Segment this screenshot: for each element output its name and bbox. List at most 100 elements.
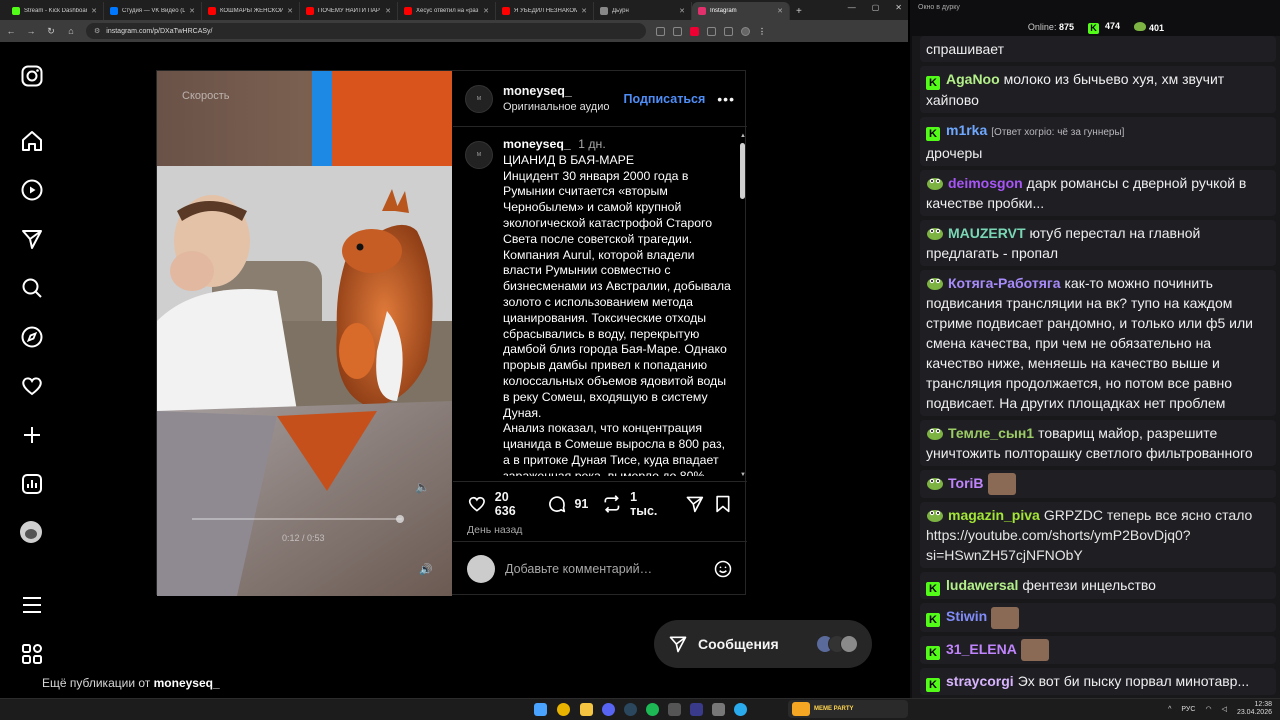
browser-tab[interactable]: ПОЧЕМУ НАЙТИ ПАРТ ✕ <box>300 2 398 20</box>
home-icon[interactable] <box>20 129 44 153</box>
repost-icon[interactable] <box>602 494 622 514</box>
video-speaker-icon[interactable]: 🔈 <box>415 480 430 494</box>
author-avatar[interactable]: M <box>465 84 493 113</box>
reels-icon[interactable] <box>20 178 44 202</box>
search-icon[interactable] <box>20 276 44 300</box>
menu-icon[interactable]: ⋮ <box>758 27 766 36</box>
tab-close-icon[interactable]: ✕ <box>483 7 489 15</box>
tab-close-icon[interactable]: ✕ <box>581 7 587 15</box>
notifications-heart-icon[interactable] <box>20 374 44 398</box>
back-icon[interactable]: ← <box>6 26 16 36</box>
new-tab-button[interactable]: + <box>796 6 802 17</box>
more-posts-user[interactable]: moneyseq_ <box>154 676 220 690</box>
steam-icon[interactable] <box>624 703 637 716</box>
download-icon[interactable] <box>724 26 733 36</box>
speed-label[interactable]: Скорость <box>182 90 230 102</box>
tab-close-icon[interactable]: ✕ <box>777 7 783 15</box>
instagram-logo-icon[interactable] <box>20 64 44 88</box>
tab-favicon-icon <box>12 7 20 15</box>
browser-tab[interactable]: Студия — VK Видео (Live) ✕ <box>104 2 202 20</box>
messages-button[interactable]: Сообщения <box>654 620 872 668</box>
chat-username[interactable]: AgaNoo <box>946 71 1000 87</box>
profile-icon[interactable] <box>741 26 750 36</box>
mute-button[interactable]: 🔊 <box>419 563 439 583</box>
telegram-icon[interactable] <box>734 703 747 716</box>
browser-tab[interactable]: КОШМАРЫ ЖЕНСКОЙ ✕ <box>202 2 300 20</box>
explore-compass-icon[interactable] <box>20 325 44 349</box>
hamburger-menu-icon[interactable] <box>20 593 44 617</box>
app-icon[interactable] <box>712 703 725 716</box>
caption-scrollbar[interactable]: ▲ ▼ <box>739 133 746 478</box>
forward-icon[interactable]: → <box>26 26 36 36</box>
chat-username[interactable]: MAUZERVT <box>948 225 1026 241</box>
tab-close-icon[interactable]: ✕ <box>189 7 195 15</box>
site-info-icon[interactable]: ⚙ <box>94 27 100 35</box>
browser-tab[interactable]: Хесус ответил на «раз ✕ <box>398 2 496 20</box>
chat-message-list[interactable]: спрашивает K AgaNoo молоко из бычьево хуя, … <box>920 36 1276 698</box>
app-icon[interactable] <box>668 703 681 716</box>
wifi-icon[interactable]: ◠ <box>1205 705 1211 713</box>
spotify-icon[interactable] <box>646 703 659 716</box>
chat-username[interactable]: magazin_piva <box>948 507 1040 523</box>
author-name[interactable]: moneyseq_ <box>503 84 624 98</box>
extension-icon[interactable] <box>673 26 682 36</box>
start-icon[interactable] <box>534 703 547 716</box>
chat-message: K 31_ELENA <box>920 635 1276 664</box>
chat-username[interactable]: m1rka <box>946 122 987 138</box>
maximize-icon[interactable]: ▢ <box>872 3 880 12</box>
address-bar[interactable]: ⚙ instagram.com/p/DXaTwHRCASy/ <box>86 23 646 39</box>
audio-label[interactable]: Оригинальное аудио <box>503 101 624 113</box>
follow-button[interactable]: Подписаться <box>624 92 706 106</box>
profile-avatar[interactable] <box>20 521 42 543</box>
tab-label: Instagram <box>710 8 737 14</box>
like-heart-icon[interactable] <box>467 494 487 514</box>
caption-user[interactable]: moneyseq_ <box>503 137 571 151</box>
comment-icon[interactable] <box>547 494 567 514</box>
app-icon[interactable] <box>690 703 703 716</box>
direct-send-icon[interactable] <box>20 227 44 251</box>
chrome-icon[interactable] <box>557 703 570 716</box>
chat-username[interactable]: ToriB <box>948 475 984 491</box>
chat-username[interactable]: Темле_сын1 <box>948 425 1034 441</box>
direct-send-icon <box>669 636 687 653</box>
dashboard-chart-icon[interactable] <box>20 472 44 496</box>
chat-username[interactable]: Stiwin <box>946 608 987 624</box>
chat-username[interactable]: straycorgi <box>946 673 1014 689</box>
also-from-meta-icon[interactable] <box>20 642 44 666</box>
chat-username[interactable]: ludawersal <box>946 577 1018 593</box>
tab-close-icon[interactable]: ✕ <box>287 7 293 15</box>
chat-username[interactable]: deimosgon <box>948 175 1023 191</box>
tab-close-icon[interactable]: ✕ <box>91 7 97 15</box>
caption-avatar[interactable]: M <box>465 141 493 169</box>
discord-icon[interactable] <box>602 703 615 716</box>
explorer-icon[interactable] <box>580 703 593 716</box>
extension-icon[interactable] <box>707 26 716 36</box>
minimize-icon[interactable]: — <box>848 3 856 12</box>
tab-close-icon[interactable]: ✕ <box>385 7 391 15</box>
meme-party-widget[interactable]: MEME PARTY <box>788 700 908 718</box>
tab-close-icon[interactable]: ✕ <box>679 7 685 15</box>
language-indicator[interactable]: РУС <box>1181 706 1195 713</box>
video-time: 0:12 / 0:53 <box>282 533 325 543</box>
tray-expand-icon[interactable]: ^ <box>1168 706 1171 713</box>
chat-username[interactable]: Котяга-Работяга <box>948 275 1061 291</box>
browser-tab[interactable]: Дьурн ✕ <box>594 2 692 20</box>
extension-icon[interactable] <box>690 26 699 36</box>
share-icon[interactable] <box>685 494 705 514</box>
close-icon[interactable]: ✕ <box>895 3 902 12</box>
clock[interactable]: 12:38 23.04.2026 <box>1237 701 1272 717</box>
post-video[interactable]: Скорость 0:12 / 0:53 🔈 🔊 <box>157 71 452 596</box>
browser-tab[interactable]: Instagram ✕ <box>692 2 790 20</box>
chat-username[interactable]: 31_ELENA <box>946 641 1017 657</box>
reload-icon[interactable]: ↻ <box>46 26 56 37</box>
emoji-icon[interactable] <box>713 559 733 579</box>
browser-tab[interactable]: Stream - Kick Dashboard ✕ <box>6 2 104 20</box>
volume-icon[interactable]: ◁ <box>1222 705 1227 713</box>
browser-tab[interactable]: Я УБЕДИЛ НЕЗНАКОМ ✕ <box>496 2 594 20</box>
home-icon[interactable]: ⌂ <box>66 26 76 36</box>
save-bookmark-icon[interactable] <box>713 494 733 514</box>
create-plus-icon[interactable] <box>20 423 44 447</box>
extension-icon[interactable] <box>656 26 665 36</box>
comment-input[interactable]: Добавьте комментарий… <box>505 562 703 576</box>
more-options-icon[interactable]: ••• <box>717 91 735 107</box>
